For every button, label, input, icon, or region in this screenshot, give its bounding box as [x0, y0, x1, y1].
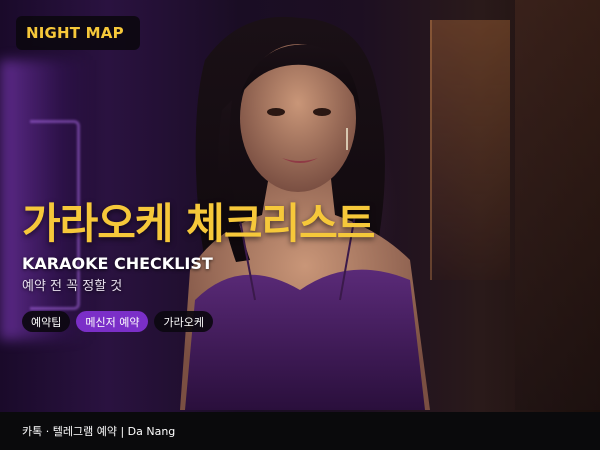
tag-karaoke[interactable]: 가라오케	[154, 311, 213, 332]
page-title: 가라오케 체크리스트	[22, 199, 375, 248]
night-map-badge: NIGHT MAP	[16, 16, 140, 50]
tag-list: 예약팁 메신저 예약 가라오케	[22, 311, 213, 332]
right-eye-shape	[313, 108, 331, 116]
korean-subtitle: 예약 전 꼭 정할 것	[22, 279, 123, 294]
english-subtitle: KARAOKE CHECKLIST	[22, 254, 213, 273]
dress-shape	[185, 269, 425, 410]
tag-messenger-reservation[interactable]: 메신저 예약	[76, 311, 149, 332]
footer-text: 카톡 · 텔레그램 예약 | Da Nang	[22, 425, 176, 438]
footer-bar: 카톡 · 텔레그램 예약 | Da Nang	[0, 412, 600, 450]
left-eye-shape	[267, 108, 285, 116]
badge-label: NIGHT MAP	[26, 24, 124, 42]
tag-reservation-tips[interactable]: 예약팁	[22, 311, 71, 332]
poster: NIGHT MAP 가라오케 체크리스트 KARAOKE CHECKLIST 예…	[0, 0, 600, 450]
